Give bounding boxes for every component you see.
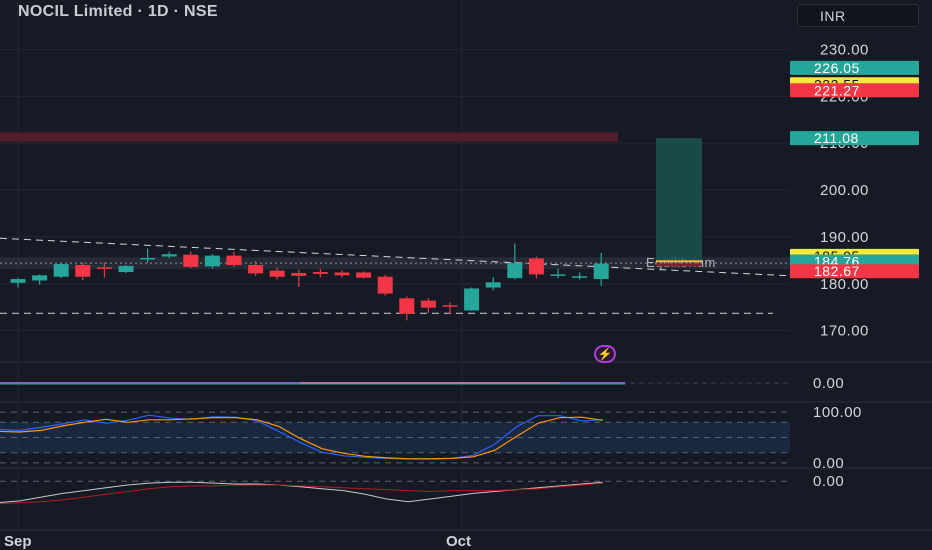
x-tick-1: Oct	[446, 533, 471, 550]
y-tick-4: 190.00	[820, 229, 869, 246]
candle-body-13	[291, 272, 307, 276]
osc1-y-tick: 0.00	[813, 375, 844, 392]
target-box-entry	[656, 260, 702, 263]
candle-body-26	[572, 276, 588, 278]
candle-body-3	[75, 265, 91, 277]
candle-body-9	[204, 255, 220, 267]
currency-button[interactable]: INR	[797, 4, 919, 27]
candle-body-19	[420, 300, 436, 308]
candle-body-20	[442, 305, 458, 307]
y-tick-0: 230.00	[820, 41, 869, 58]
candle-body-7	[161, 254, 177, 257]
candle-body-5	[118, 265, 134, 273]
osc3-series-0	[0, 481, 603, 504]
candle-body-27	[593, 263, 609, 280]
candle-body-24	[528, 258, 544, 275]
osc3-series-1	[0, 482, 603, 505]
currency-label: INR	[820, 8, 846, 24]
candle-body-18	[399, 298, 415, 314]
candle-body-25	[550, 274, 566, 276]
candle-body-23	[507, 263, 523, 279]
resistance-zone	[0, 132, 618, 142]
candle-body-10	[226, 255, 242, 265]
chart-root: Equilibrium230.00220.00210.00200.00190.0…	[0, 0, 932, 550]
y-tick-6: 170.00	[820, 323, 869, 340]
price-label-6: 182.67	[814, 263, 860, 279]
price-label-3: 211.08	[814, 130, 859, 146]
candle-body-0	[10, 279, 26, 283]
candle-body-2	[53, 264, 69, 277]
chart-canvas: Equilibrium230.00220.00210.00200.00190.0…	[0, 0, 932, 550]
candle-body-4	[96, 267, 112, 269]
candle-body-21	[464, 288, 480, 311]
target-box-stop	[656, 263, 702, 267]
candle-body-16	[356, 272, 372, 278]
candle-body-1	[32, 275, 48, 281]
candle-body-17	[377, 276, 393, 294]
stoch-y-tick-0: 100.00	[813, 404, 862, 421]
candle-body-8	[183, 254, 199, 267]
candle-body-12	[269, 270, 285, 277]
candle-body-6	[140, 257, 156, 260]
y-tick-3: 200.00	[820, 182, 869, 199]
target-box	[656, 138, 702, 261]
price-label-0: 226.05	[814, 60, 860, 76]
chart-title: NOCIL Limited · 1D · NSE	[18, 3, 218, 20]
candle-body-11	[248, 265, 264, 274]
osc3-y-tick-0: 0.00	[813, 473, 844, 490]
candle-body-22	[485, 282, 501, 288]
lightning-icon[interactable]: ⚡	[594, 345, 616, 363]
stoch-y-tick-1: 0.00	[813, 455, 844, 472]
candle-body-14	[312, 272, 328, 274]
x-tick-0: Sep	[4, 533, 32, 550]
candle-body-15	[334, 272, 350, 276]
price-label-2: 221.27	[814, 82, 860, 98]
